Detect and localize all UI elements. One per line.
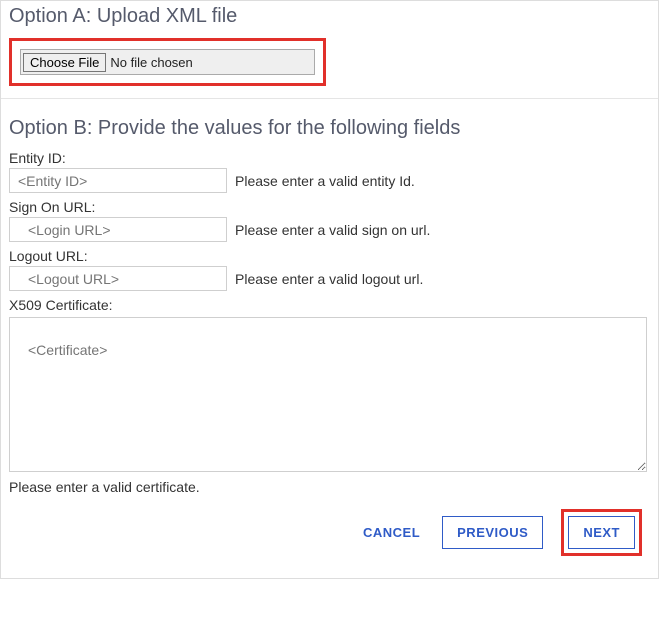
logout-url-hint: Please enter a valid logout url. [235, 271, 423, 287]
entity-id-hint: Please enter a valid entity Id. [235, 173, 415, 189]
option-a-section: Option A: Upload XML file Choose File No… [1, 1, 658, 99]
config-form: Option A: Upload XML file Choose File No… [0, 0, 659, 579]
entity-id-row: Please enter a valid entity Id. [9, 168, 650, 193]
x509-cert-label: X509 Certificate: [9, 297, 650, 313]
option-a-title: Option A: Upload XML file [9, 5, 650, 28]
previous-button[interactable]: PREVIOUS [442, 516, 543, 549]
no-file-chosen-label: No file chosen [110, 55, 192, 70]
upload-highlight: Choose File No file chosen [9, 38, 326, 86]
signon-url-hint: Please enter a valid sign on url. [235, 222, 430, 238]
file-input[interactable]: Choose File No file chosen [20, 49, 315, 75]
logout-url-input[interactable] [9, 266, 227, 291]
footer-buttons: CANCEL PREVIOUS NEXT [9, 495, 650, 570]
signon-url-input[interactable] [9, 217, 227, 242]
option-b-section: Option B: Provide the values for the fol… [1, 99, 658, 578]
x509-cert-textarea[interactable] [9, 317, 647, 472]
signon-url-label: Sign On URL: [9, 199, 650, 215]
signon-url-row: Please enter a valid sign on url. [9, 217, 650, 242]
option-b-title: Option B: Provide the values for the fol… [9, 117, 650, 140]
next-highlight: NEXT [561, 509, 642, 556]
logout-url-label: Logout URL: [9, 248, 650, 264]
logout-url-row: Please enter a valid logout url. [9, 266, 650, 291]
cancel-button[interactable]: CANCEL [359, 519, 424, 546]
entity-id-label: Entity ID: [9, 150, 650, 166]
choose-file-button[interactable]: Choose File [23, 53, 106, 72]
entity-id-input[interactable] [9, 168, 227, 193]
next-button[interactable]: NEXT [568, 516, 635, 549]
x509-cert-hint: Please enter a valid certificate. [9, 479, 650, 495]
